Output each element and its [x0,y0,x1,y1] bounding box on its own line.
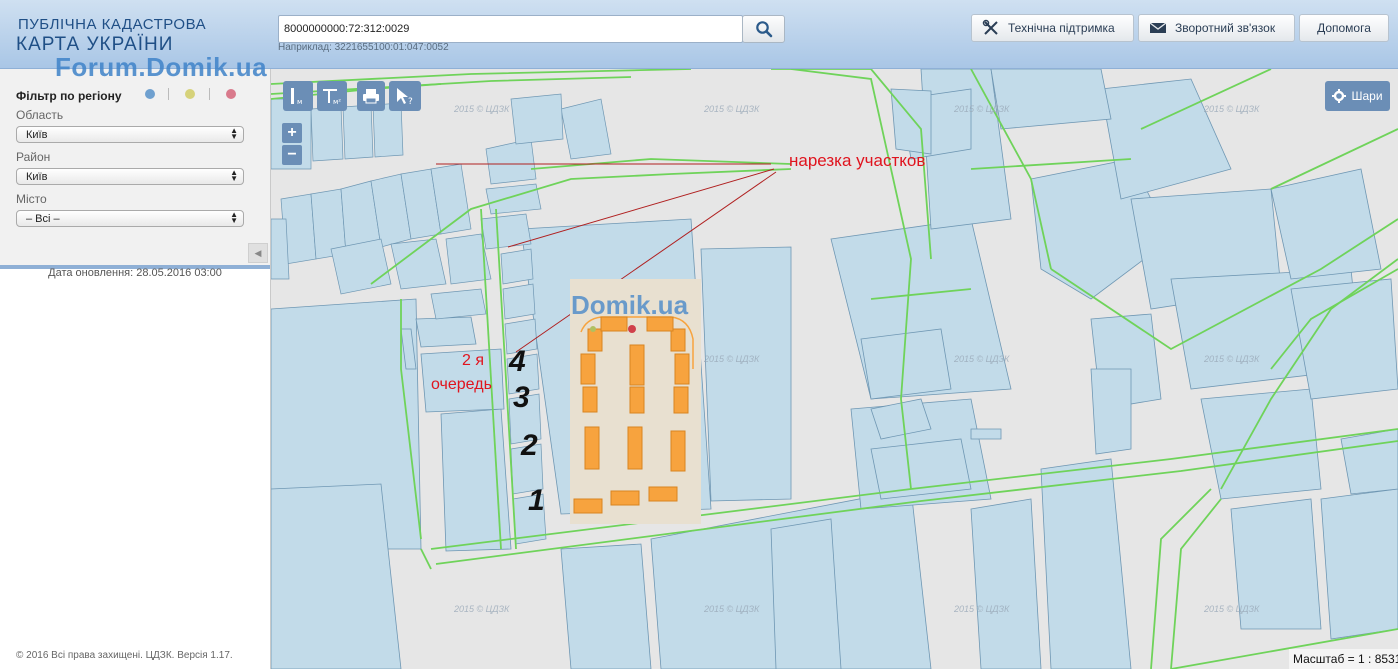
svg-text:?: ? [408,97,413,106]
logo-line1[interactable]: ПУБЛІЧНА КАДАСТРОВА [18,16,206,33]
number-1: 1 [528,484,545,517]
rayon-label: Район [16,150,51,164]
watermark: 2015 © ЦДЗК [954,104,1010,114]
watermark: 2015 © ЦДЗК [704,354,760,364]
rayon-select[interactable]: Київ ▲ ▼ [16,168,244,185]
gear-icon [1332,89,1347,103]
envelope-icon [1149,22,1167,33]
separator [168,88,169,100]
zoom-in-label: + [287,124,297,141]
feedback-button[interactable]: Зворотний зв'язок [1138,14,1295,42]
yellow-dot-icon[interactable] [185,89,195,99]
forum-watermark: Forum.Domik.ua [55,52,268,82]
zoom-out-button[interactable]: − [282,145,302,165]
watermark: 2015 © ЦДЗК [454,604,510,614]
watermark: 2015 © ЦДЗК [454,104,510,114]
ruler-tool-button[interactable]: м [283,81,313,111]
layers-button[interactable]: Шари [1325,81,1390,111]
annotation-cuts: нарезка участков [789,151,926,170]
tools-icon [982,19,998,35]
area-tool-button[interactable]: м² [317,81,347,111]
number-2: 2 [521,429,538,462]
chevron-left-icon: ◀ [254,247,262,258]
print-icon [363,89,379,104]
watermark: 2015 © ЦДЗК [1204,604,1260,614]
copyright: © 2016 Всі права захищені. ЦДЗК. Версія … [16,650,233,661]
oblast-select[interactable]: Київ ▲ ▼ [16,126,244,143]
city-select[interactable]: – Всі – ▲ ▼ [16,210,244,227]
oblast-value: Київ [26,129,48,141]
update-date: Дата оновлення: 28.05.2016 03:00 [48,267,222,279]
watermark: 2015 © ЦДЗК [704,104,760,114]
blue-dot-icon[interactable] [145,89,155,99]
identify-icon: ? [397,88,413,106]
inset-watermark: Domik.ua [571,290,689,320]
city-value: – Всі – [26,213,60,225]
area-icon: м² [323,89,341,106]
red-dot-icon[interactable] [226,89,236,99]
watermark: 2015 © ЦДЗК [704,604,760,614]
select-arrows-icon: ▲ ▼ [230,126,238,141]
search-icon [755,21,772,38]
zoom-out-label: − [287,146,297,163]
annotation-queue-1: 2 я [462,352,485,369]
city-label: Місто [16,192,47,206]
number-3: 3 [513,381,530,414]
ruler-unit: м [297,98,302,106]
select-arrows-icon: ▲ ▼ [230,168,238,183]
watermark: 2015 © ЦДЗК [1204,354,1260,364]
watermark: 2015 © ЦДЗК [1204,104,1260,114]
search-button[interactable] [742,15,785,43]
search-hint: Наприклад: 3221655100:01:047:0052 [278,42,449,53]
feedback-label: Зворотний зв'язок [1175,21,1276,35]
region-filter-panel: Фільтр по регіону Область Київ ▲ ▼ Район … [0,69,270,269]
search-input[interactable] [278,15,743,43]
separator [209,88,210,100]
rayon-value: Київ [26,171,48,183]
support-label: Технічна підтримка [1008,21,1115,35]
area-unit: м² [333,98,341,106]
sidebar: Фільтр по регіону Область Київ ▲ ▼ Район … [0,69,271,669]
collapse-panel-button[interactable]: ◀ [248,243,268,263]
watermark: 2015 © ЦДЗК [954,604,1010,614]
search-box [278,15,785,43]
scale-indicator: Масштаб = 1 : 8531 [1289,649,1398,669]
ruler-icon: м [291,88,302,106]
zoom-in-button[interactable]: + [282,123,302,143]
select-arrows-icon: ▲ ▼ [230,210,238,225]
layers-label: Шари [1351,89,1383,103]
support-button[interactable]: Технічна підтримка [971,14,1134,42]
map-canvas[interactable]: нарезка участков 2 я очередь 4 3 2 1 Dom… [271,69,1398,669]
watermark: 2015 © ЦДЗК [954,354,1010,364]
identify-button[interactable]: ? [389,81,421,111]
filter-title: Фільтр по регіону [16,89,122,103]
number-4: 4 [509,345,526,378]
help-label: Допомога [1317,21,1371,35]
help-button[interactable]: Допомога [1299,14,1389,42]
annotation-queue-2: очередь [431,376,492,393]
print-button[interactable] [357,81,385,111]
oblast-label: Область [16,108,64,122]
